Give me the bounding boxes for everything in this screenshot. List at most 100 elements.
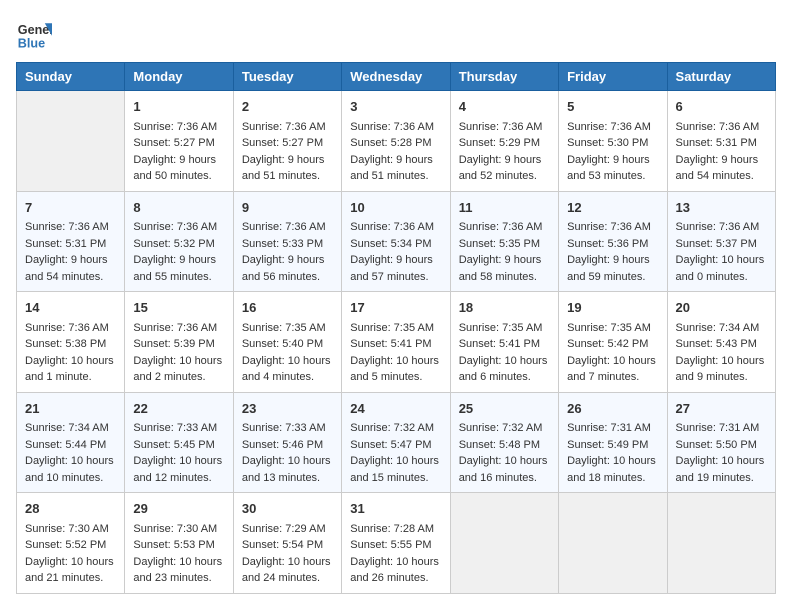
day-info: Sunset: 5:47 PM	[350, 437, 441, 454]
day-info: Sunset: 5:50 PM	[676, 437, 767, 454]
day-info: and 6 minutes.	[459, 369, 550, 386]
day-info: and 7 minutes.	[567, 369, 658, 386]
day-info: Sunrise: 7:36 AM	[133, 219, 224, 236]
day-info: Sunrise: 7:34 AM	[25, 420, 116, 437]
week-row-3: 14Sunrise: 7:36 AMSunset: 5:38 PMDayligh…	[17, 292, 776, 393]
day-number: 23	[242, 399, 333, 419]
day-info: and 53 minutes.	[567, 168, 658, 185]
day-info: Daylight: 10 hours	[676, 353, 767, 370]
day-info: and 2 minutes.	[133, 369, 224, 386]
calendar-cell: 1Sunrise: 7:36 AMSunset: 5:27 PMDaylight…	[125, 91, 233, 192]
day-number: 4	[459, 97, 550, 117]
col-header-monday: Monday	[125, 63, 233, 91]
day-info: Sunset: 5:27 PM	[242, 135, 333, 152]
day-info: Sunrise: 7:36 AM	[676, 219, 767, 236]
day-info: and 59 minutes.	[567, 269, 658, 286]
calendar-cell: 28Sunrise: 7:30 AMSunset: 5:52 PMDayligh…	[17, 493, 125, 594]
week-row-5: 28Sunrise: 7:30 AMSunset: 5:52 PMDayligh…	[17, 493, 776, 594]
calendar-cell: 31Sunrise: 7:28 AMSunset: 5:55 PMDayligh…	[342, 493, 450, 594]
logo: General Blue	[16, 16, 52, 52]
calendar-cell: 13Sunrise: 7:36 AMSunset: 5:37 PMDayligh…	[667, 191, 775, 292]
day-number: 12	[567, 198, 658, 218]
day-info: Daylight: 10 hours	[459, 453, 550, 470]
day-info: Sunrise: 7:36 AM	[350, 119, 441, 136]
day-info: Daylight: 10 hours	[242, 353, 333, 370]
day-info: and 18 minutes.	[567, 470, 658, 487]
day-info: and 26 minutes.	[350, 570, 441, 587]
day-info: and 52 minutes.	[459, 168, 550, 185]
day-info: Daylight: 10 hours	[459, 353, 550, 370]
day-number: 7	[25, 198, 116, 218]
day-info: Sunrise: 7:36 AM	[567, 219, 658, 236]
calendar-cell: 17Sunrise: 7:35 AMSunset: 5:41 PMDayligh…	[342, 292, 450, 393]
calendar-cell: 3Sunrise: 7:36 AMSunset: 5:28 PMDaylight…	[342, 91, 450, 192]
day-info: Sunset: 5:28 PM	[350, 135, 441, 152]
calendar-cell: 12Sunrise: 7:36 AMSunset: 5:36 PMDayligh…	[559, 191, 667, 292]
day-number: 3	[350, 97, 441, 117]
calendar-table: SundayMondayTuesdayWednesdayThursdayFrid…	[16, 62, 776, 594]
day-info: and 51 minutes.	[242, 168, 333, 185]
day-info: Sunset: 5:41 PM	[459, 336, 550, 353]
day-info: Daylight: 9 hours	[242, 152, 333, 169]
day-number: 24	[350, 399, 441, 419]
day-info: Sunrise: 7:28 AM	[350, 521, 441, 538]
day-info: Sunrise: 7:33 AM	[242, 420, 333, 437]
day-info: Daylight: 10 hours	[567, 453, 658, 470]
day-info: Sunrise: 7:32 AM	[459, 420, 550, 437]
day-info: Sunset: 5:33 PM	[242, 236, 333, 253]
day-info: Daylight: 10 hours	[133, 353, 224, 370]
calendar-cell: 16Sunrise: 7:35 AMSunset: 5:40 PMDayligh…	[233, 292, 341, 393]
day-info: Sunset: 5:30 PM	[567, 135, 658, 152]
day-info: Daylight: 10 hours	[242, 453, 333, 470]
day-info: Daylight: 9 hours	[25, 252, 116, 269]
day-number: 1	[133, 97, 224, 117]
calendar-cell: 20Sunrise: 7:34 AMSunset: 5:43 PMDayligh…	[667, 292, 775, 393]
day-info: Sunset: 5:29 PM	[459, 135, 550, 152]
day-info: Daylight: 10 hours	[350, 353, 441, 370]
calendar-cell: 24Sunrise: 7:32 AMSunset: 5:47 PMDayligh…	[342, 392, 450, 493]
col-header-saturday: Saturday	[667, 63, 775, 91]
day-info: Sunset: 5:52 PM	[25, 537, 116, 554]
calendar-cell: 29Sunrise: 7:30 AMSunset: 5:53 PMDayligh…	[125, 493, 233, 594]
day-info: Daylight: 10 hours	[25, 554, 116, 571]
day-info: Sunrise: 7:36 AM	[459, 119, 550, 136]
col-header-tuesday: Tuesday	[233, 63, 341, 91]
calendar-cell: 21Sunrise: 7:34 AMSunset: 5:44 PMDayligh…	[17, 392, 125, 493]
calendar-cell: 25Sunrise: 7:32 AMSunset: 5:48 PMDayligh…	[450, 392, 558, 493]
day-info: Sunset: 5:36 PM	[567, 236, 658, 253]
day-info: Sunrise: 7:36 AM	[25, 219, 116, 236]
calendar-body: 1Sunrise: 7:36 AMSunset: 5:27 PMDaylight…	[17, 91, 776, 594]
day-info: Daylight: 9 hours	[133, 252, 224, 269]
col-header-thursday: Thursday	[450, 63, 558, 91]
day-info: Sunset: 5:41 PM	[350, 336, 441, 353]
day-info: Sunrise: 7:36 AM	[25, 320, 116, 337]
day-info: Sunset: 5:34 PM	[350, 236, 441, 253]
day-number: 25	[459, 399, 550, 419]
day-info: and 0 minutes.	[676, 269, 767, 286]
day-info: Daylight: 9 hours	[242, 252, 333, 269]
day-number: 13	[676, 198, 767, 218]
calendar-cell	[17, 91, 125, 192]
day-number: 26	[567, 399, 658, 419]
calendar-cell: 23Sunrise: 7:33 AMSunset: 5:46 PMDayligh…	[233, 392, 341, 493]
day-info: Daylight: 10 hours	[567, 353, 658, 370]
day-info: Sunset: 5:40 PM	[242, 336, 333, 353]
day-number: 10	[350, 198, 441, 218]
day-info: and 13 minutes.	[242, 470, 333, 487]
day-info: Sunrise: 7:35 AM	[242, 320, 333, 337]
day-info: and 4 minutes.	[242, 369, 333, 386]
week-row-2: 7Sunrise: 7:36 AMSunset: 5:31 PMDaylight…	[17, 191, 776, 292]
week-row-1: 1Sunrise: 7:36 AMSunset: 5:27 PMDaylight…	[17, 91, 776, 192]
day-info: Sunset: 5:45 PM	[133, 437, 224, 454]
day-info: and 24 minutes.	[242, 570, 333, 587]
day-info: and 54 minutes.	[25, 269, 116, 286]
day-info: Daylight: 10 hours	[133, 554, 224, 571]
calendar-header-row: SundayMondayTuesdayWednesdayThursdayFrid…	[17, 63, 776, 91]
day-info: and 9 minutes.	[676, 369, 767, 386]
day-number: 22	[133, 399, 224, 419]
day-info: Sunrise: 7:33 AM	[133, 420, 224, 437]
calendar-cell: 10Sunrise: 7:36 AMSunset: 5:34 PMDayligh…	[342, 191, 450, 292]
day-number: 18	[459, 298, 550, 318]
calendar-cell: 4Sunrise: 7:36 AMSunset: 5:29 PMDaylight…	[450, 91, 558, 192]
day-info: Sunset: 5:27 PM	[133, 135, 224, 152]
